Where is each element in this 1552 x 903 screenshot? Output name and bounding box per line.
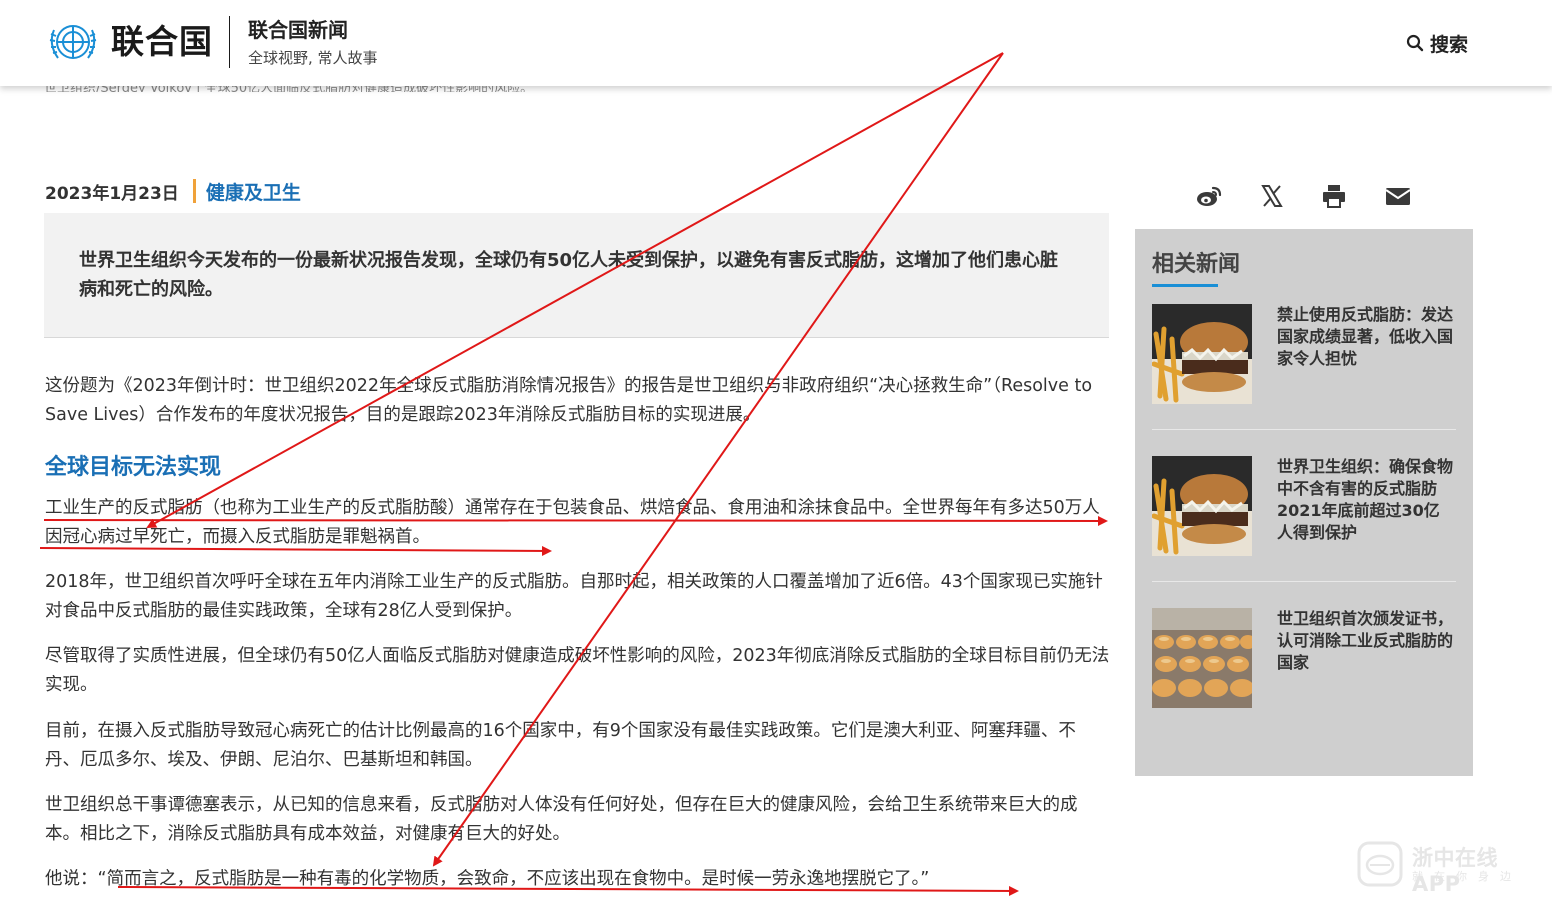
- article-paragraph: 世卫组织总干事谭德塞表示，从已知的信息来看，反式脂肪对人体没有任何好处，但存在巨…: [45, 795, 1078, 844]
- article-intro: 这份题为《2023年倒计时：世卫组织2022年全球反式脂肪消除情况报告》的报告是…: [45, 376, 1093, 425]
- sidebar-divider: [1152, 429, 1456, 430]
- site-header: 联合国 联合国新闻 全球视野, 常人故事 搜索: [0, 0, 1552, 86]
- related-news-item[interactable]: 世卫组织首次颁发证书，认可消除工业反式脂肪的国家: [1152, 608, 1456, 710]
- watermark-logo-icon: [1357, 841, 1403, 887]
- weibo-icon[interactable]: [1195, 182, 1223, 210]
- search-button[interactable]: 搜索: [1406, 30, 1468, 56]
- meta-divider: [192, 179, 196, 203]
- related-news-title-text[interactable]: 世界卫生组织：确保食物中不含有害的反式脂肪 2021年底前超过30亿人得到保护: [1277, 456, 1453, 544]
- search-label: 搜索: [1430, 33, 1469, 56]
- article-paragraph: 目前，在摄入反式脂肪导致冠心病死亡的估计比例最高的16个国家中，有9个国家没有最…: [45, 721, 1076, 770]
- org-name[interactable]: 联合国: [111, 20, 213, 64]
- news-thumbnail[interactable]: [1152, 456, 1252, 556]
- related-news-item[interactable]: 世界卫生组织：确保食物中不含有害的反式脂肪 2021年底前超过30亿人得到保护: [1152, 456, 1456, 558]
- app-watermark: 浙中在线APP 就在你身边: [1356, 838, 1546, 896]
- email-icon[interactable]: [1384, 182, 1412, 210]
- watermark-slogan: 就在你身边: [1412, 870, 1522, 883]
- related-news-title-text[interactable]: 禁止使用反式脂肪：发达国家成绩显著，低收入国家令人担忧: [1277, 304, 1453, 370]
- site-title[interactable]: 联合国新闻: [248, 18, 348, 42]
- related-news-title: 相关新闻: [1152, 252, 1241, 277]
- un-emblem-icon[interactable]: [44, 18, 102, 68]
- related-news-item[interactable]: 禁止使用反式脂肪：发达国家成绩显著，低收入国家令人担忧: [1152, 304, 1456, 406]
- news-thumbnail[interactable]: [1152, 304, 1252, 404]
- related-news-title-text[interactable]: 世卫组织首次颁发证书，认可消除工业反式脂肪的国家: [1277, 608, 1453, 674]
- article-paragraph: 尽管取得了实质性进展，但全球仍有50亿人面临反式脂肪对健康造成破坏性影响的风险，…: [45, 646, 1110, 695]
- search-icon: [1406, 34, 1424, 52]
- article-date: 2023年1月23日: [45, 183, 179, 204]
- article-quote: 他说：“简而言之，反式脂肪是一种有毒的化学物质，会致命，不应该出现在食物中。是时…: [45, 869, 930, 889]
- site-tagline: 全球视野, 常人故事: [248, 49, 378, 67]
- header-divider: [229, 16, 230, 68]
- article-paragraph: 2018年，世卫组织首次呼吁全球在五年内消除工业生产的反式脂肪。自那时起，相关政…: [45, 572, 1103, 621]
- photo-caption: 世卫组织/Sergey Volkov | 全球50亿人面临反式脂肪对健康造成破坏…: [44, 86, 533, 92]
- category-link[interactable]: 健康及卫生: [206, 178, 301, 205]
- section-heading: 全球目标无法实现: [45, 455, 222, 480]
- article-lead-box: 世界卫生组织今天发布的一份最新状况报告发现，全球仍有50亿人未受到保护，以避免有…: [44, 213, 1109, 338]
- article-paragraph: 工业生产的反式脂肪（也称为工业生产的反式脂肪酸）通常存在于包装食品、烘焙食品、食…: [45, 498, 1100, 547]
- print-icon[interactable]: [1320, 182, 1348, 210]
- article-meta: 2023年1月23日 健康及卫生: [45, 178, 301, 204]
- related-news-sidebar: 相关新闻 禁止使用反式脂肪：发达国家成绩显著，低收入国家令人担忧 世界卫生组织：…: [1135, 229, 1473, 776]
- title-underline: [1152, 284, 1218, 287]
- sidebar-divider: [1152, 581, 1456, 582]
- news-thumbnail[interactable]: [1152, 608, 1252, 708]
- article-lead: 世界卫生组织今天发布的一份最新状况报告发现，全球仍有50亿人未受到保护，以避免有…: [79, 250, 1059, 300]
- x-icon[interactable]: [1258, 182, 1286, 210]
